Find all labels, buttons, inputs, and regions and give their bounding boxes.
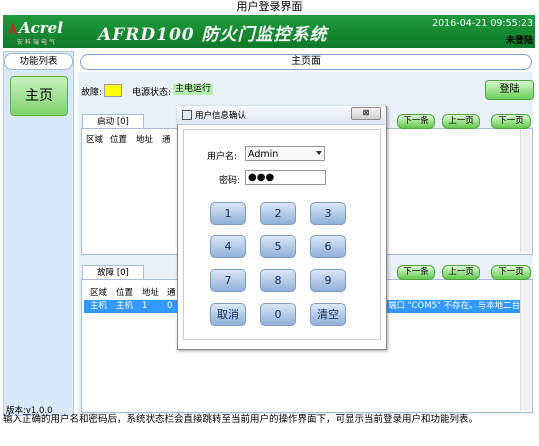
fault-col-area: 区域 bbox=[90, 288, 108, 298]
close-icon[interactable]: ⊠ bbox=[351, 107, 381, 120]
fault-indicator bbox=[104, 84, 122, 97]
fault-row-channel: 0 bbox=[167, 301, 173, 311]
logo-mark-icon bbox=[9, 22, 17, 34]
login-button[interactable]: 登陆 bbox=[485, 80, 534, 100]
fault-label: 故障: bbox=[81, 88, 103, 98]
keypad-5-button[interactable]: 5 bbox=[260, 235, 296, 258]
fault-row-position: 主机 bbox=[116, 301, 134, 311]
login-status: 未登陆 bbox=[505, 36, 533, 46]
footer-description: 输入正确的用户名和密码后，系统状态栏会直接跳转至当前用户的操作界面下，可显示当前… bbox=[3, 414, 479, 425]
keypad-6-button[interactable]: 6 bbox=[310, 235, 346, 258]
keypad-2-button[interactable]: 2 bbox=[260, 202, 296, 225]
keypad-3-button[interactable]: 3 bbox=[310, 202, 346, 225]
username-label: 用户名: bbox=[207, 152, 238, 162]
keypad-clear-button[interactable]: 清空 bbox=[310, 303, 346, 326]
fault-col-channel: 通 bbox=[167, 288, 176, 298]
fault-next-page-button[interactable]: 下一页 bbox=[491, 265, 531, 280]
logo-subtext: 安科瑞电气 bbox=[17, 39, 58, 46]
keypad-0-button[interactable]: 0 bbox=[260, 303, 296, 326]
password-label: 密码: bbox=[219, 176, 241, 186]
datetime-display: 2016-04-21 09:55:23 bbox=[432, 18, 533, 29]
tab-fault[interactable]: 故障 [0] bbox=[82, 265, 144, 280]
start-col-channel: 通 bbox=[162, 135, 171, 145]
page-title: 主页面 bbox=[80, 54, 532, 70]
fault-row-address: 1 bbox=[142, 301, 148, 311]
acrel-logo: Acrel 安科瑞电气 bbox=[7, 18, 77, 46]
fault-prev-page-button[interactable]: 上一页 bbox=[442, 265, 480, 280]
fault-scrollbar[interactable] bbox=[520, 280, 531, 410]
dialog-window-icon bbox=[182, 110, 192, 120]
home-button[interactable]: 主页 bbox=[10, 76, 68, 116]
password-field[interactable]: ●●● bbox=[245, 170, 326, 185]
keypad-7-button[interactable]: 7 bbox=[210, 269, 246, 292]
dialog-title: 用户信息确认 bbox=[195, 111, 247, 121]
fault-row-message: 端口 "COM5" 不存在。与本地二台 bbox=[388, 301, 520, 311]
fault-next-item-button[interactable]: 下一条 bbox=[397, 265, 435, 280]
start-scrollbar[interactable] bbox=[520, 129, 531, 252]
system-title: AFRD100 防火门监控系统 bbox=[98, 25, 328, 45]
fault-row-area: 主机 bbox=[90, 301, 108, 311]
power-status-value: 主电运行 bbox=[173, 84, 214, 95]
chevron-down-icon[interactable] bbox=[316, 151, 322, 155]
keypad-8-button[interactable]: 8 bbox=[260, 269, 296, 292]
logo-text: Acrel bbox=[19, 19, 63, 37]
keypad-4-button[interactable]: 4 bbox=[210, 235, 246, 258]
power-status-label: 电源状态: bbox=[132, 88, 172, 98]
keypad-1-button[interactable]: 1 bbox=[210, 202, 246, 225]
figure-caption: 用户登录界面 bbox=[236, 0, 303, 13]
tab-start[interactable]: 启动 [0] bbox=[82, 114, 144, 129]
keypad-9-button[interactable]: 9 bbox=[310, 269, 346, 292]
start-col-address: 地址 bbox=[136, 135, 154, 145]
start-prev-page-button[interactable]: 上一页 bbox=[442, 114, 480, 129]
fault-col-position: 位置 bbox=[116, 288, 134, 298]
start-next-page-button[interactable]: 下一页 bbox=[491, 114, 531, 129]
fault-col-address: 地址 bbox=[142, 288, 160, 298]
keypad-cancel-button[interactable]: 取消 bbox=[210, 303, 246, 326]
start-col-area: 区域 bbox=[86, 135, 104, 145]
start-next-item-button[interactable]: 下一条 bbox=[397, 114, 435, 129]
start-col-position: 位置 bbox=[110, 135, 128, 145]
username-select[interactable]: Admin bbox=[245, 146, 325, 161]
function-list-button[interactable]: 功能列表 bbox=[4, 53, 73, 70]
